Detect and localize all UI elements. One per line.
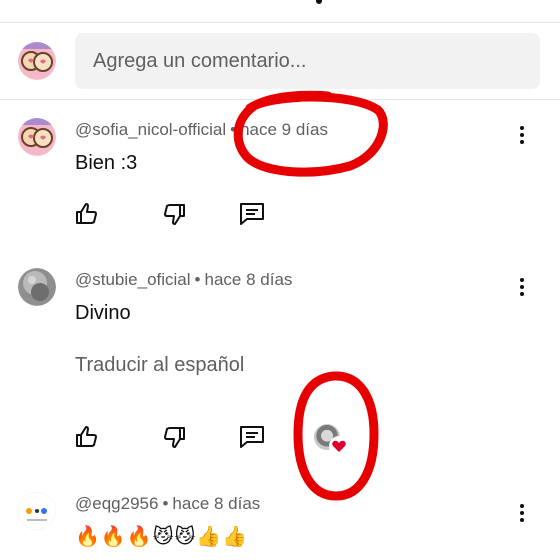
comment-time: hace 8 días [204,270,293,289]
thumbs-down-icon [164,427,185,448]
reply-button[interactable] [238,423,266,451]
comment-author[interactable]: @eqg2956 [75,494,158,513]
more-options-button[interactable] [512,274,532,300]
meta-separator: • [194,270,201,289]
comment-avatar[interactable] [18,492,56,530]
meta-separator: • [162,494,169,513]
header-strip [0,0,560,23]
comment-item: @stubie_oficial • hace 8 días Divino Tradu… [0,268,560,468]
thumbs-down-icon [164,204,185,225]
comment-composer: Agrega un comentario... [0,23,560,100]
header-fragment [316,0,322,4]
comment-text: 🔥🔥🔥😼😼👍👍 [75,526,249,548]
reply-icon [240,426,264,448]
comment-input[interactable]: Agrega un comentario... [75,33,540,89]
heart-icon [329,436,349,456]
dislike-button[interactable] [160,423,188,451]
comment-item: @sofia_nicol-official • hace 9 días Bien :… [0,118,560,238]
comment-time: hace 9 días [240,120,328,139]
like-button[interactable] [73,200,101,228]
user-avatar[interactable] [18,42,56,80]
reply-button[interactable] [238,200,266,228]
comment-avatar[interactable] [18,118,56,156]
dislike-button[interactable] [160,200,188,228]
more-options-button[interactable] [512,500,532,526]
comment-time: hace 8 días [172,494,261,513]
reply-icon [240,203,264,225]
comment-item: @eqg2956 • hace 8 días 🔥🔥🔥😼😼👍👍 [0,492,560,560]
comment-author[interactable]: @stubie_oficial [75,270,191,289]
comment-meta: @sofia_nicol-official • hace 9 días [75,120,328,140]
thumbs-up-icon [76,426,97,447]
meta-separator: • [230,120,237,139]
comment-text: Bien :3 [75,152,138,174]
comment-text: Divino [75,302,131,324]
comment-meta: @stubie_oficial • hace 8 días [75,270,292,290]
comment-author[interactable]: @sofia_nicol-official [75,120,226,139]
comments-panel: Agrega un comentario... @sofia_nicol-off… [0,0,560,560]
thumbs-up-icon [76,203,97,224]
translate-link[interactable]: Traducir al español [75,354,244,377]
comment-avatar[interactable] [18,268,56,306]
creator-heart-badge [314,424,349,458]
like-button[interactable] [73,423,101,451]
comment-meta: @eqg2956 • hace 8 días [75,494,260,514]
more-options-button[interactable] [512,122,532,148]
